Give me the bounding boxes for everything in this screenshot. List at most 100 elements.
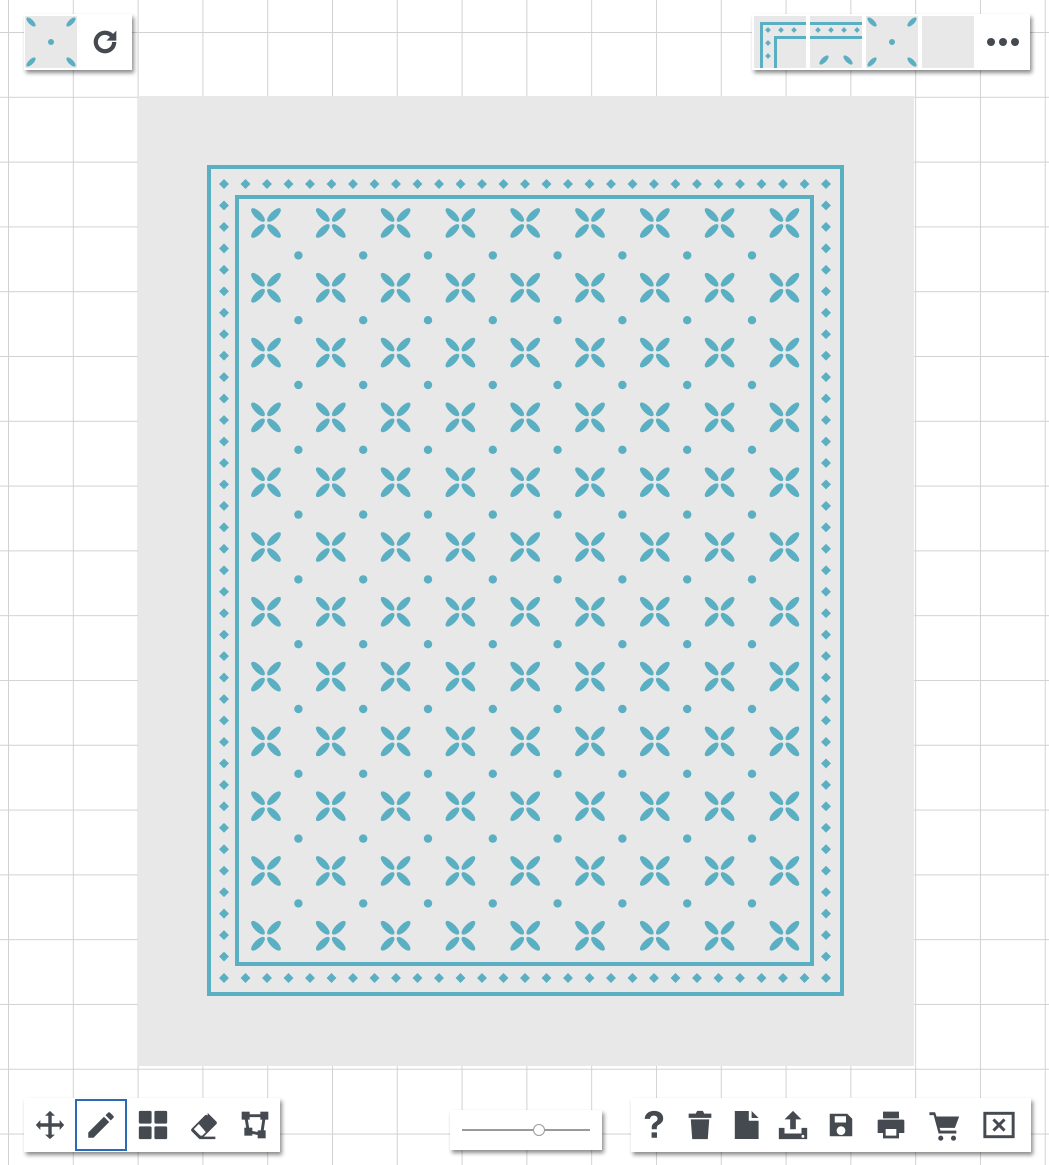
border-diamond <box>627 179 638 189</box>
rug-inner-border <box>235 195 814 966</box>
border-diamond <box>541 973 552 983</box>
petal-motif <box>704 856 735 886</box>
border-diamond <box>219 393 229 404</box>
tile-pattern-icon <box>25 16 77 68</box>
print-icon <box>877 1111 905 1139</box>
fill-tool[interactable] <box>127 1098 178 1152</box>
blank-tile[interactable] <box>920 14 976 70</box>
petal-motif <box>510 272 541 303</box>
close-icon <box>983 1111 1015 1139</box>
petal-motif <box>380 402 411 433</box>
dot-motif <box>294 575 303 584</box>
petal-motif <box>445 272 476 303</box>
petal-motif <box>315 661 346 692</box>
border-diamond <box>498 973 509 983</box>
dot-motif <box>683 445 692 454</box>
border-diamond <box>563 973 573 983</box>
dot-motif <box>294 445 303 454</box>
border-diamond <box>821 651 831 662</box>
petal-motif <box>575 402 605 433</box>
border-diamond <box>219 801 229 812</box>
petal-motif <box>639 661 670 692</box>
pencil-tool[interactable] <box>75 1099 127 1151</box>
border-diamond <box>391 973 401 983</box>
border-edge-tile[interactable] <box>808 14 864 70</box>
export-button[interactable] <box>769 1098 817 1152</box>
border-diamond <box>821 887 831 898</box>
petal-motif <box>380 337 411 368</box>
border-diamond <box>584 973 595 983</box>
dot-motif <box>747 380 757 390</box>
petal-motif <box>704 337 735 368</box>
petal-motif <box>251 726 281 757</box>
delete-button[interactable] <box>677 1098 723 1152</box>
cart-button[interactable] <box>917 1098 973 1152</box>
save-icon <box>829 1113 853 1137</box>
border-diamond <box>821 307 831 318</box>
close-button[interactable] <box>973 1098 1025 1152</box>
petal-motif <box>251 402 281 433</box>
border-diamond <box>713 179 724 189</box>
print-button[interactable] <box>865 1098 917 1152</box>
border-diamond <box>305 179 315 189</box>
petal-motif <box>639 791 670 822</box>
dot-motif <box>423 251 433 260</box>
petal-motif <box>639 596 670 627</box>
petal-motif <box>704 661 735 692</box>
border-diamond <box>219 822 229 833</box>
petal-motif <box>769 337 800 368</box>
dot-motif <box>553 316 562 325</box>
petal-motif <box>445 532 476 562</box>
resize-tool[interactable] <box>229 1098 280 1152</box>
dot-motif <box>423 380 433 390</box>
dot-motif <box>488 704 497 714</box>
rotate-button[interactable] <box>78 14 132 70</box>
dot-motif <box>553 769 562 778</box>
border-diamond <box>219 629 229 640</box>
dot-motif <box>423 769 433 778</box>
border-diamond <box>563 179 573 189</box>
dot-motif <box>553 899 562 908</box>
zoom-slider-thumb[interactable] <box>532 1124 545 1136</box>
petal-motif <box>769 532 800 562</box>
border-diamond <box>821 522 831 533</box>
rug-design[interactable] <box>138 96 914 1066</box>
eraser-tool[interactable] <box>178 1098 229 1152</box>
save-button[interactable] <box>817 1098 865 1152</box>
dot-petal-tile[interactable] <box>864 14 920 70</box>
petal-motif <box>575 208 605 238</box>
help-button[interactable] <box>631 1098 677 1152</box>
dot-motif <box>294 640 303 649</box>
border-corner-tile[interactable] <box>752 14 808 70</box>
border-diamond <box>821 436 831 447</box>
bottom-right-toolbar <box>631 1098 1031 1152</box>
petal-motif <box>769 726 800 757</box>
dot-motif <box>294 899 303 908</box>
design-canvas[interactable] <box>138 96 914 1066</box>
dot-motif <box>618 640 627 649</box>
border-diamond <box>219 736 229 747</box>
border-diamond <box>219 608 229 619</box>
petal-motif <box>769 856 800 886</box>
current-tile-swatch[interactable] <box>24 14 78 70</box>
border-diamond <box>219 694 229 704</box>
petal-motif <box>639 208 670 238</box>
move-tool[interactable] <box>24 1098 75 1152</box>
dot-motif <box>488 899 497 908</box>
border-diamond <box>219 179 229 189</box>
more-button[interactable] <box>976 14 1030 70</box>
border-diamond <box>219 908 229 919</box>
petal-motif <box>380 726 411 757</box>
border-diamond <box>262 973 272 983</box>
dot-motif <box>747 899 757 908</box>
border-diamond <box>219 715 229 726</box>
petal-motif <box>315 726 346 757</box>
border-diamond <box>219 887 229 898</box>
zoom-slider-track[interactable] <box>462 1129 590 1131</box>
border-diamond <box>219 415 229 426</box>
new-button[interactable] <box>723 1098 769 1152</box>
petal-motif <box>445 856 476 886</box>
border-diamond <box>219 865 229 876</box>
dot-motif <box>683 251 692 260</box>
border-diamond <box>219 973 229 983</box>
